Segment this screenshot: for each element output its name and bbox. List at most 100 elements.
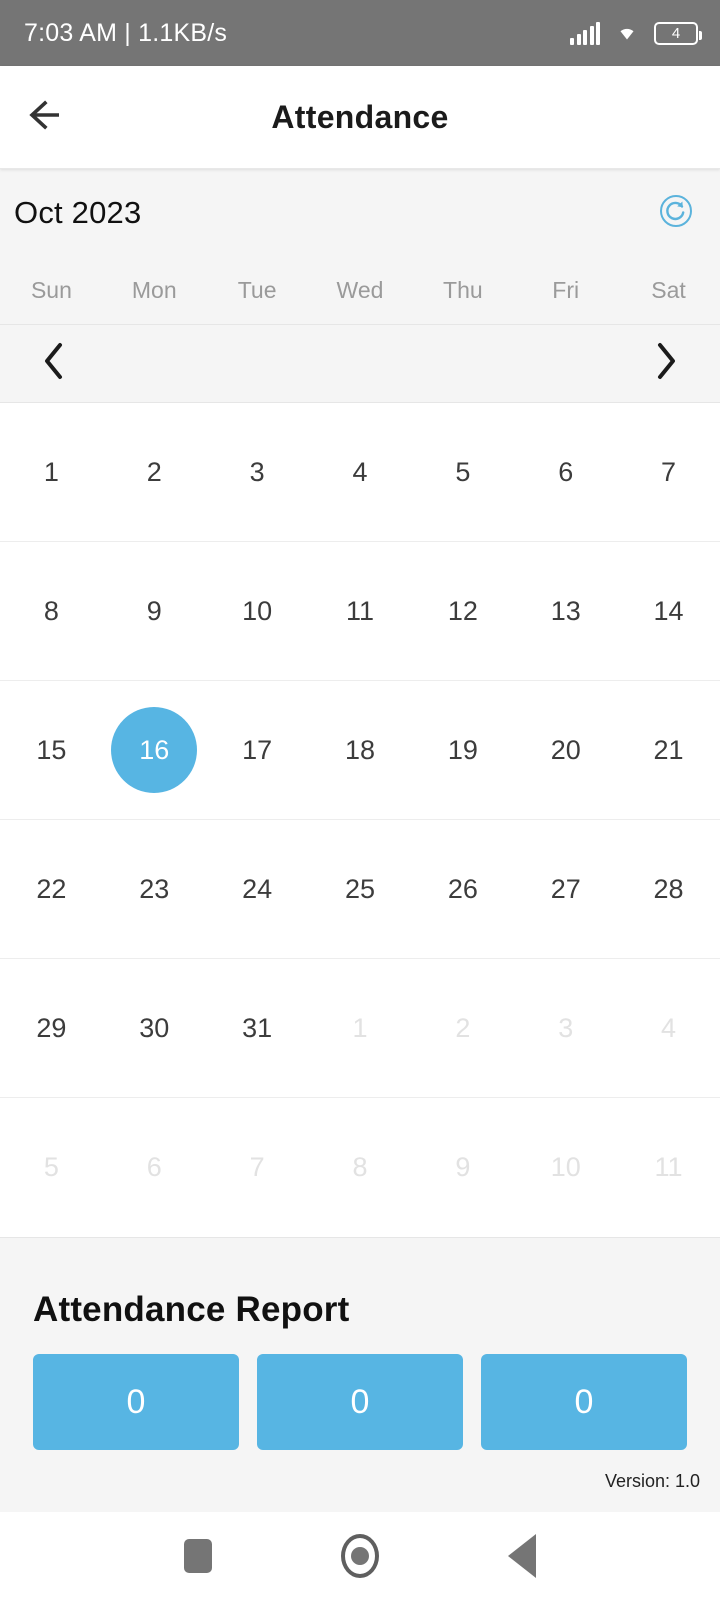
calendar-day[interactable]: 24 [206, 820, 309, 958]
calendar-day-label: 1 [352, 1012, 368, 1043]
calendar-day-label: 25 [344, 873, 376, 904]
report-card[interactable]: 0 [481, 1354, 687, 1450]
calendar-day[interactable]: 5 [0, 1098, 103, 1237]
arrow-left-icon [28, 98, 70, 137]
square-recents-icon[interactable] [184, 1539, 213, 1573]
calendar-day-label: 23 [139, 873, 170, 904]
calendar-day[interactable]: 9 [411, 1098, 514, 1237]
calendar-day[interactable]: 14 [617, 542, 720, 680]
calendar-day[interactable]: 27 [514, 820, 617, 958]
calendar-day-label: 3 [249, 456, 265, 487]
calendar-day-label: 13 [550, 595, 581, 626]
calendar-day[interactable]: 4 [617, 959, 720, 1097]
calendar-day-label: 27 [550, 873, 581, 904]
previous-month-button[interactable] [30, 340, 78, 388]
calendar-day[interactable]: 12 [411, 542, 514, 680]
calendar-day-label: 6 [558, 456, 574, 487]
calendar-month-label: Oct 2023 [14, 195, 142, 230]
calendar-day[interactable]: 26 [411, 820, 514, 958]
wifi-icon [612, 19, 642, 48]
version-label: Version: 1.0 [604, 1471, 700, 1491]
attendance-report-section: Attendance Report 0 0 0 Version: 1.0 [0, 1237, 720, 1512]
calendar-day-label: 28 [653, 873, 684, 904]
battery-icon: 4 [654, 21, 702, 45]
calendar-day[interactable]: 2 [103, 403, 206, 541]
calendar-day[interactable]: 2 [411, 959, 514, 1097]
calendar-day[interactable]: 25 [309, 820, 412, 958]
weekday-wed: Wed [336, 277, 384, 303]
calendar-day-label: 19 [447, 734, 478, 765]
calendar-day[interactable]: 6 [103, 1098, 206, 1237]
calendar-day[interactable]: 1 [309, 959, 412, 1097]
calendar-day-label: 5 [455, 456, 471, 487]
calendar-day-label: 6 [146, 1152, 162, 1182]
calendar-day-label: 9 [146, 595, 162, 626]
calendar-day[interactable]: 10 [514, 1098, 617, 1237]
calendar-day[interactable]: 8 [309, 1098, 412, 1237]
report-card[interactable]: 0 [257, 1354, 463, 1450]
next-month-button[interactable] [642, 340, 690, 388]
calendar-day[interactable]: 8 [0, 542, 103, 680]
calendar-day-label: 26 [447, 873, 478, 904]
status-icons: 4 [570, 19, 702, 48]
calendar-day[interactable]: 22 [0, 820, 103, 958]
calendar-day[interactable]: 6 [514, 403, 617, 541]
calendar-day[interactable]: 7 [617, 403, 720, 541]
calendar-day-label: 10 [550, 1152, 581, 1182]
calendar-day[interactable]: 15 [0, 681, 103, 819]
calendar-day[interactable]: 3 [514, 959, 617, 1097]
calendar-day-label: 9 [455, 1152, 471, 1182]
calendar-day-selected[interactable]: 16 [103, 681, 206, 819]
triangle-back-icon[interactable] [507, 1534, 536, 1578]
calendar-day-label: 15 [36, 734, 67, 765]
calendar-day-label: 14 [653, 595, 684, 626]
calendar-day[interactable]: 17 [206, 681, 309, 819]
circle-home-icon[interactable] [340, 1534, 379, 1578]
calendar-day-label: 18 [344, 734, 376, 765]
calendar-day[interactable]: 29 [0, 959, 103, 1097]
calendar-day[interactable]: 23 [103, 820, 206, 958]
calendar-day[interactable]: 19 [411, 681, 514, 819]
calendar-day-label: 24 [242, 873, 273, 904]
calendar-day[interactable]: 18 [309, 681, 412, 819]
weekday-sun: Sun [30, 277, 72, 303]
calendar-day[interactable]: 21 [617, 681, 720, 819]
calendar-week-row: 8 9 10 11 12 13 14 [0, 542, 720, 681]
calendar-day[interactable]: 11 [617, 1098, 720, 1237]
calendar-day-label: 3 [558, 1012, 574, 1043]
calendar-weekday-row: Sun Mon Tue Wed Thu Fri Sat [0, 257, 720, 325]
calendar-day-label: 16 [111, 707, 198, 793]
calendar-day-label: 10 [242, 595, 273, 626]
calendar-day[interactable]: 4 [309, 403, 412, 541]
calendar-day[interactable]: 3 [206, 403, 309, 541]
calendar-day-label: 11 [654, 1152, 683, 1182]
calendar-week-row: 1 2 3 4 5 6 7 [0, 403, 720, 542]
weekday-thu: Thu [443, 277, 483, 303]
calendar-day[interactable]: 11 [309, 542, 412, 680]
calendar-day[interactable]: 5 [411, 403, 514, 541]
refresh-button[interactable] [654, 191, 698, 235]
report-card-row: 0 0 0 [33, 1354, 687, 1450]
calendar-day-label: 22 [36, 873, 67, 904]
calendar-day-label: 7 [249, 1152, 265, 1182]
status-time-and-network-speed: 7:03 AM | 1.1KB/s [24, 18, 228, 47]
back-button[interactable] [18, 86, 80, 148]
calendar-day-label: 5 [43, 1152, 59, 1182]
page-title: Attendance [271, 98, 449, 135]
calendar-day[interactable]: 10 [206, 542, 309, 680]
chevron-left-icon [37, 339, 71, 388]
calendar-day[interactable]: 9 [103, 542, 206, 680]
calendar-day[interactable]: 28 [617, 820, 720, 958]
calendar-day-grid: 1 2 3 4 5 6 7 8 9 10 11 12 13 14 15 16 17 18 19 20 21 22 23 24 2… [0, 403, 720, 1237]
report-card[interactable]: 0 [33, 1354, 239, 1450]
calendar-day[interactable]: 7 [206, 1098, 309, 1237]
calendar-day[interactable]: 30 [103, 959, 206, 1097]
calendar-day[interactable]: 20 [514, 681, 617, 819]
calendar-day[interactable]: 1 [0, 403, 103, 541]
calendar-day-label: 8 [352, 1152, 368, 1182]
calendar-day[interactable]: 13 [514, 542, 617, 680]
calendar-week-row: 22 23 24 25 26 27 28 [0, 820, 720, 959]
calendar-day-label: 29 [36, 1012, 67, 1043]
calendar-day[interactable]: 31 [206, 959, 309, 1097]
calendar-day-label: 8 [43, 595, 59, 626]
